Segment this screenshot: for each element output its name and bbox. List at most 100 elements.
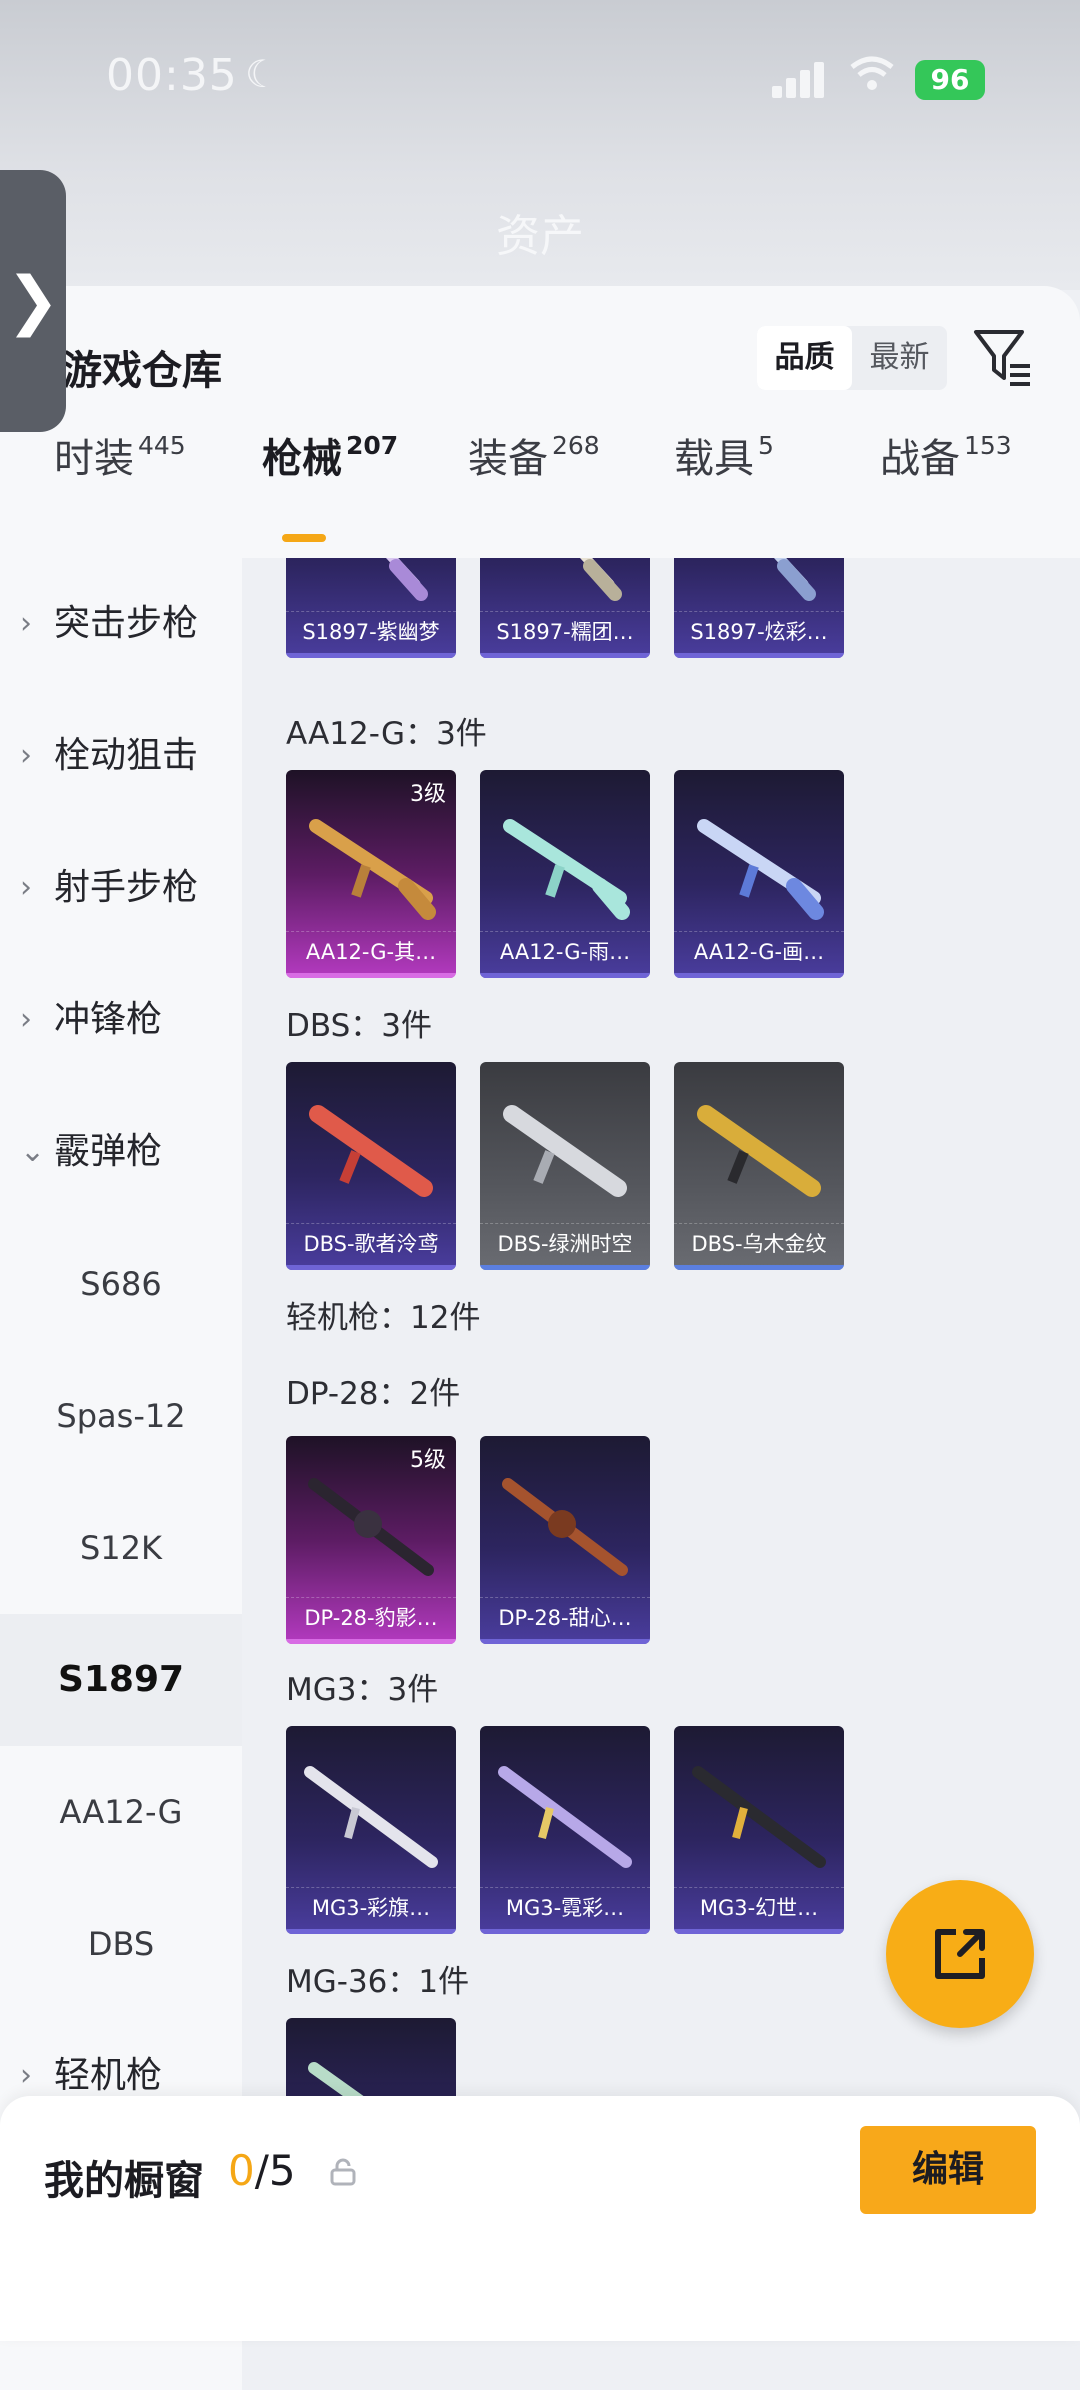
skin-name: S1897-糯团… (480, 611, 650, 652)
battery-indicator: 96 (915, 60, 985, 100)
sidebar-item-shotgun[interactable]: ⌄ 霰弹枪 (0, 1086, 242, 1218)
skin-card[interactable]: 5级 DP-28-豹影… (286, 1436, 456, 1644)
skin-card[interactable]: DBS-歌者泠鸢 (286, 1062, 456, 1270)
rarity-bar (286, 973, 456, 978)
showcase-label: 我的橱窗 (44, 2158, 204, 2204)
sidebar-item-label: 霰弹枪 (54, 1131, 163, 1172)
chevron-right-icon: › (20, 870, 32, 905)
tab-supplies[interactable]: 战备 153 (880, 426, 1012, 526)
tab-count: 5 (758, 431, 774, 460)
top-status-area: 00:35 ☾ 96 资产 (0, 0, 1080, 290)
sidebar-subitem-s12k[interactable]: S12K (0, 1482, 242, 1614)
skin-card[interactable]: MG3-霓彩… (480, 1726, 650, 1934)
filter-icon[interactable] (972, 326, 1032, 390)
group-title-dp28: DP-28：2件 (286, 1376, 461, 1412)
rarity-bar (674, 653, 844, 658)
lmg-icon (502, 1478, 628, 1576)
skin-name: MG3-彩旗… (286, 1887, 456, 1928)
skin-card[interactable] (286, 2018, 456, 2098)
skin-name: S1897-炫彩… (674, 611, 844, 652)
rarity-bar (480, 973, 650, 978)
lock-icon (330, 2158, 356, 2186)
rifle-icon (308, 2062, 367, 2098)
skin-card[interactable]: S1897-糯团… (480, 558, 650, 658)
share-button[interactable] (886, 1880, 1034, 2028)
skin-name: DP-28-豹影… (286, 1597, 456, 1638)
wifi-icon (850, 55, 894, 100)
tab-count: 207 (346, 431, 399, 460)
tab-weapons[interactable]: 枪械 207 (262, 426, 398, 526)
skin-card[interactable]: S1897-炫彩… (674, 558, 844, 658)
sidebar-item-label: 突击步枪 (54, 603, 199, 644)
tab-fashion[interactable]: 时装 445 (54, 426, 186, 526)
tab-label: 战备 (880, 436, 960, 482)
rifle-icon (503, 819, 630, 920)
sidebar-item-label: 栓动狙击 (54, 735, 199, 776)
chevron-right-icon: ❯ (6, 264, 60, 338)
sidebar-subitem-spas12[interactable]: Spas-12 (0, 1350, 242, 1482)
skin-card[interactable]: 3级 AA12-G-其… (286, 770, 456, 978)
skin-card[interactable]: MG3-幻世… (674, 1726, 844, 1934)
rifle-icon (697, 819, 824, 920)
skin-list: S1897-紫幽梦 S1897-糯团… S1897-炫彩… AA12-G：3件 … (242, 558, 1080, 2098)
skin-card[interactable]: DBS-绿洲时空 (480, 1062, 650, 1270)
edit-button[interactable]: 编辑 (860, 2126, 1036, 2214)
sort-toggle: 品质 最新 (757, 326, 947, 390)
external-link-icon (935, 1929, 985, 1979)
group-title-mg3: MG3：3件 (286, 1672, 439, 1708)
skin-card[interactable]: AA12-G-雨… (480, 770, 650, 978)
shotgun-icon (386, 558, 428, 601)
showcase-current: 0 (228, 2146, 255, 2195)
sidebar-subitem-s1897[interactable]: S1897 (0, 1614, 242, 1746)
shotgun-icon (580, 558, 622, 601)
skin-name: MG3-幻世… (674, 1887, 844, 1928)
tab-count: 445 (138, 431, 186, 460)
skin-card[interactable]: MG3-彩旗… (286, 1726, 456, 1934)
rarity-bar (480, 1929, 650, 1934)
chevron-down-icon: ⌄ (20, 1134, 46, 1169)
rarity-bar (480, 1265, 650, 1270)
tab-label: 载具 (674, 436, 754, 482)
skin-card[interactable]: AA12-G-画… (674, 770, 844, 978)
tab-count: 153 (964, 431, 1012, 460)
sidebar-item-assault-rifle[interactable]: › 突击步枪 (0, 558, 242, 690)
rarity-bar (480, 653, 650, 658)
shotgun-icon (503, 1105, 627, 1197)
sidebar-subitem-aa12g[interactable]: AA12-G (0, 1746, 242, 1878)
showcase-max: 5 (268, 2146, 296, 2195)
tab-equipment[interactable]: 装备 268 (468, 426, 600, 526)
rarity-bar (286, 653, 456, 658)
sidebar-item-marksman[interactable]: › 射手步枪 (0, 822, 242, 954)
rarity-bar (674, 973, 844, 978)
skin-name: DP-28-甜心… (480, 1597, 650, 1638)
sidebar-item-smg[interactable]: › 冲锋枪 (0, 954, 242, 1086)
skin-name: AA12-G-其… (286, 931, 456, 972)
group-title-mg36: MG-36：1件 (286, 1964, 470, 2000)
sidebar-subitem-dbs[interactable]: DBS (0, 1878, 242, 2010)
rarity-bar (674, 1929, 844, 1934)
shotgun-icon (697, 1105, 821, 1197)
rarity-bar (480, 1639, 650, 1644)
status-time: 00:35 (106, 50, 238, 101)
sidebar-subitem-s686[interactable]: S686 (0, 1218, 242, 1350)
sidebar-item-bolt-sniper[interactable]: › 栓动狙击 (0, 690, 242, 822)
moon-icon: ☾ (245, 52, 280, 96)
chevron-right-icon: › (20, 738, 32, 773)
skin-name: DBS-乌木金纹 (674, 1223, 844, 1264)
sort-quality-button[interactable]: 品质 (757, 326, 852, 390)
side-expand-handle[interactable]: ❯ (0, 170, 66, 432)
lmg-icon (304, 1766, 438, 1868)
tab-vehicles[interactable]: 载具 5 (674, 426, 774, 526)
tab-count: 268 (552, 431, 600, 460)
skin-card[interactable]: DP-28-甜心… (480, 1436, 650, 1644)
skin-card[interactable]: S1897-紫幽梦 (286, 558, 456, 658)
chevron-right-icon: › (20, 1002, 32, 1037)
skin-name: S1897-紫幽梦 (286, 611, 456, 652)
lmg-icon (498, 1766, 632, 1868)
skin-card[interactable]: DBS-乌木金纹 (674, 1062, 844, 1270)
page-title: 资产 (496, 211, 584, 262)
rarity-bar (286, 1929, 456, 1934)
rarity-bar (286, 1265, 456, 1270)
sort-newest-button[interactable]: 最新 (852, 326, 947, 390)
sidebar-item-label: 射手步枪 (54, 867, 199, 908)
